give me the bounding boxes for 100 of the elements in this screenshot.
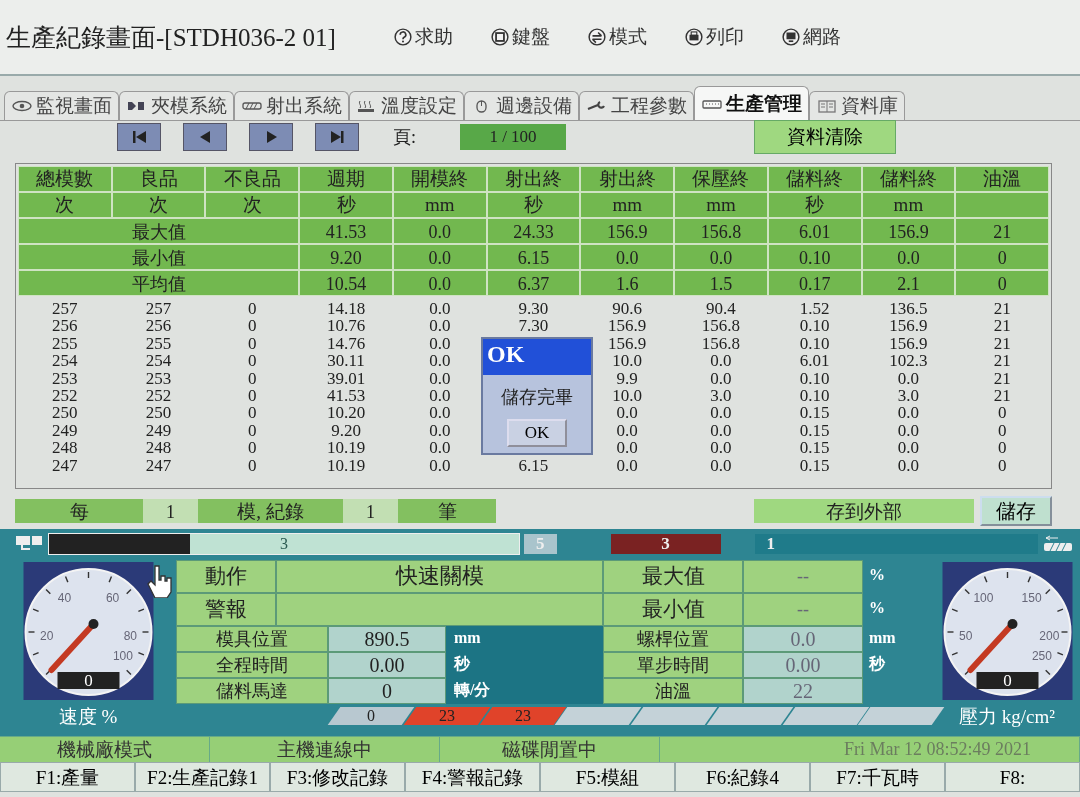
function-key[interactable]: F4:警報記錄: [405, 762, 540, 792]
table-cell-text: 9.9: [615, 369, 639, 387]
summary-label: 平均值: [18, 270, 300, 296]
menu-item[interactable]: 列印: [684, 24, 744, 50]
eye-icon: [11, 99, 33, 113]
unit-label: %: [869, 566, 885, 583]
summary-cell: 2.1: [861, 270, 956, 296]
summary-cell: 0.17: [767, 270, 862, 296]
record-count-field[interactable]: 1: [343, 499, 398, 523]
save-button[interactable]: 儲存: [980, 496, 1052, 526]
function-key[interactable]: F8:: [945, 762, 1080, 792]
unit-label: mm: [869, 629, 896, 646]
table-cell-text: 0.10: [798, 386, 831, 405]
column-unit: mm: [392, 192, 487, 218]
table-cell-text: 14.18: [325, 300, 367, 318]
tab[interactable]: 生產管理: [694, 86, 809, 120]
table-cell-text: 21: [992, 386, 1012, 405]
table-cell-text: 0.0: [896, 421, 920, 440]
menu-item[interactable]: 鍵盤: [490, 24, 550, 50]
column-unit: mm: [861, 192, 956, 218]
parameter-label: 全程時間: [176, 652, 328, 678]
dialog-message: 儲存完畢: [501, 386, 573, 409]
last-page-button[interactable]: [315, 123, 359, 151]
table-cell-text: 10.0: [611, 352, 644, 370]
parameter-label: 儲料馬達: [176, 678, 328, 704]
table-cell-text: 21: [992, 317, 1012, 335]
table-cell-text: 30.11: [326, 352, 366, 370]
page-number: 1 / 100: [460, 124, 566, 150]
tab[interactable]: 射出系統: [234, 91, 349, 120]
table-cell-text: 3.0: [896, 386, 920, 405]
gauge-tick-label: 80: [123, 628, 137, 643]
function-key[interactable]: F5:模組: [540, 762, 675, 792]
table-cell-text: 252: [144, 386, 173, 405]
shot-count-field[interactable]: 1: [143, 499, 198, 523]
table-cell-text: 102.3: [888, 352, 929, 370]
column-header: 儲料終: [767, 166, 862, 192]
menu-item[interactable]: 模式: [587, 24, 647, 50]
gauge-reading: 0: [83, 671, 93, 690]
table-cell-text: 0.0: [615, 439, 639, 457]
next-page-button[interactable]: [249, 123, 293, 151]
table-cell-text: 0: [247, 439, 258, 457]
column-header: 良品: [111, 166, 206, 192]
screw-icon: [241, 99, 263, 113]
status-value: 快速關模: [276, 560, 603, 593]
parameter-value: 890.5: [328, 626, 446, 652]
table-cell-text: 0.0: [428, 317, 452, 335]
summary-cell: 41.53: [299, 218, 393, 244]
tab[interactable]: 週邊設備: [464, 91, 579, 120]
tab[interactable]: 溫度設定: [349, 91, 464, 120]
table-cell-text: 0: [247, 317, 258, 335]
table-cell-text: 250: [144, 404, 173, 422]
tab[interactable]: 監視畫面: [4, 91, 119, 120]
pointing-hand-icon: [146, 564, 174, 598]
table-cell-text: 9.20: [330, 421, 362, 440]
first-page-button[interactable]: [117, 123, 161, 151]
table-cell-text: 21: [992, 352, 1012, 370]
function-key[interactable]: F7:千瓦時: [810, 762, 945, 792]
tab[interactable]: 資料庫: [809, 91, 905, 120]
record-label: 每: [15, 499, 143, 523]
tab[interactable]: 工程參數: [579, 91, 694, 120]
table-cell-text: 0: [996, 456, 1008, 474]
table-cell-text: 253: [51, 369, 79, 387]
table-cell-text: 248: [144, 439, 173, 457]
previous-page-button[interactable]: [183, 123, 227, 151]
table-cell-text: 0.0: [615, 404, 639, 422]
summary-cell: 10.54: [299, 270, 393, 296]
function-key[interactable]: F6:紀錄4: [675, 762, 810, 792]
ok-button[interactable]: OK: [506, 419, 568, 447]
export-label: 存到外部: [754, 499, 974, 523]
table-cell-text: 0.0: [428, 352, 452, 370]
table-cell-text: 1.52: [798, 300, 831, 318]
table-cell-text: 0: [247, 386, 258, 405]
gauge-tick-label: 250: [1031, 649, 1052, 664]
menu-item[interactable]: 網路: [781, 24, 841, 50]
parameter-label: 螺桿位置: [603, 626, 743, 652]
summary-label: 最大值: [18, 218, 300, 244]
clear-data-button[interactable]: 資料清除: [754, 120, 896, 154]
function-key[interactable]: F2:生產記錄1: [135, 762, 270, 792]
function-key[interactable]: F3:修改記錄: [270, 762, 405, 792]
table-cell-text: 0.0: [896, 439, 920, 457]
page-label: 頁:: [393, 126, 416, 149]
menu-item[interactable]: 求助: [393, 24, 453, 50]
parameter-label: 油溫: [603, 678, 743, 704]
table-cell-text: 0: [996, 439, 1008, 457]
table-cell-text: 136.5: [888, 300, 929, 318]
summary-cell: 0.0: [861, 244, 956, 270]
gauge-tick-label: 50: [958, 628, 972, 643]
book-icon: [816, 99, 838, 113]
gauge-tick-label: 100: [972, 590, 993, 605]
gauge-tick-label: 20: [39, 628, 53, 643]
pressure-label: 壓力 kg/cm²: [959, 705, 1055, 729]
printer-icon: [684, 28, 703, 46]
table-cell-text: 257: [144, 300, 173, 318]
table-cell-text: 0.0: [709, 456, 733, 474]
table-cell-text: 14.76: [325, 334, 367, 353]
tab[interactable]: 夾模系統: [119, 91, 234, 120]
column-header: 週期: [299, 166, 393, 192]
function-key[interactable]: F1:產量: [0, 762, 135, 792]
table-cell-text: 0.0: [428, 404, 452, 422]
last-page-icon: [328, 128, 346, 146]
